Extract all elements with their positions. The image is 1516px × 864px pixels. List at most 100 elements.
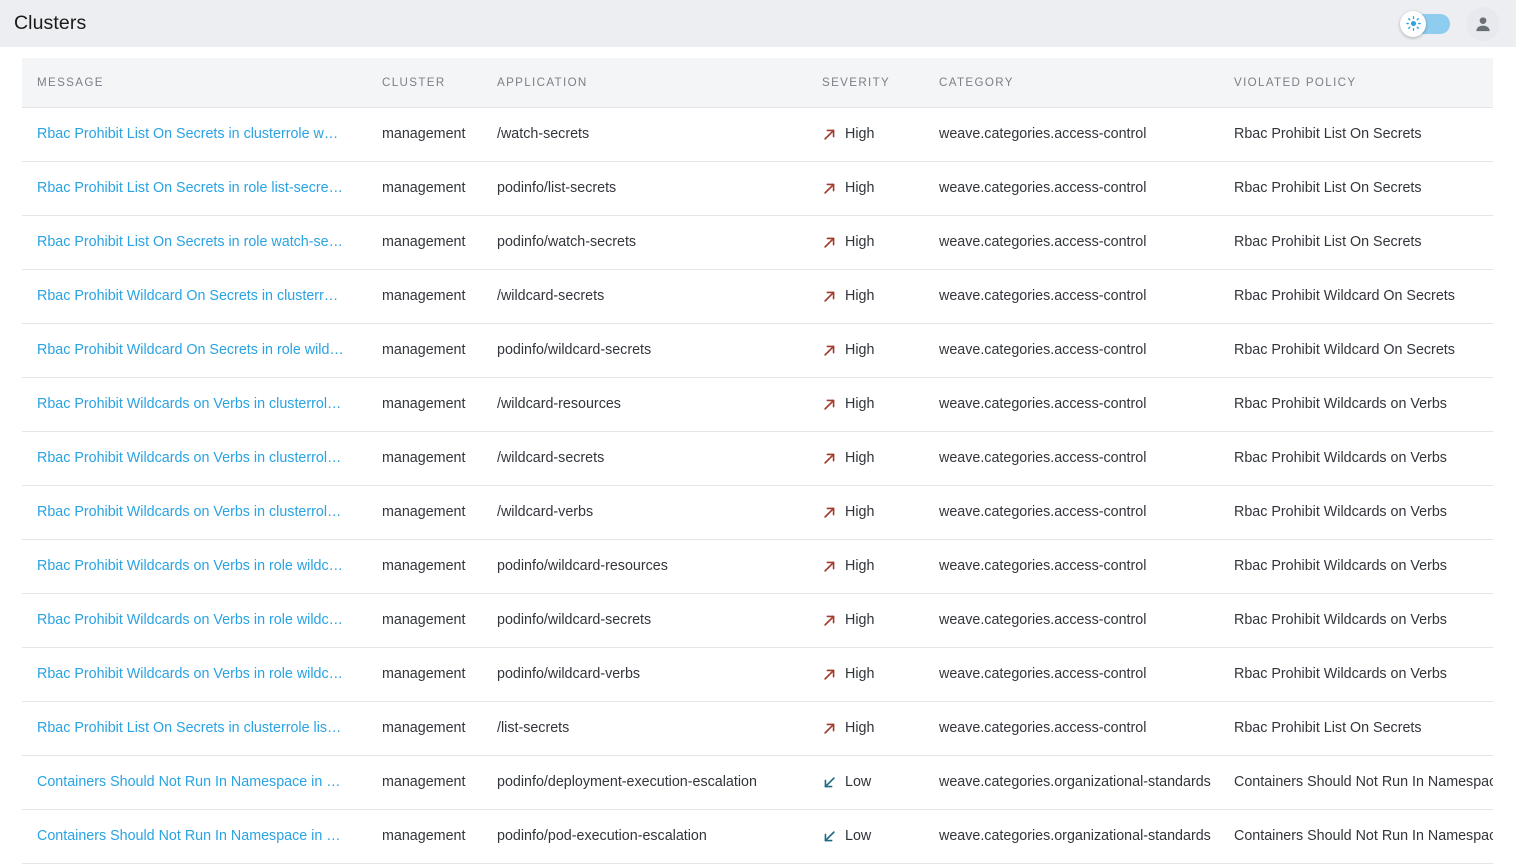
violation-message-link[interactable]: Rbac Prohibit Wildcards on Verbs in clus…	[37, 504, 345, 520]
table-row[interactable]: Containers Should Not Run In Namespace i…	[22, 755, 1493, 810]
table-row[interactable]: Containers Should Not Run In Namespace i…	[22, 809, 1493, 864]
cluster-name: management	[382, 612, 466, 628]
cell-category: weave.categories.organizational-standard…	[924, 809, 1219, 864]
violation-message-link[interactable]: Rbac Prohibit Wildcards on Verbs in role…	[37, 558, 345, 574]
violation-message-link[interactable]: Rbac Prohibit List On Secrets in role wa…	[37, 234, 345, 250]
arrow-down-left-icon	[822, 775, 837, 790]
violated-policy-name: Containers Should Not Run In Namespace	[1234, 828, 1493, 844]
severity-label: Low	[845, 828, 872, 844]
toggle-knob[interactable]	[1400, 10, 1426, 37]
table-row[interactable]: Rbac Prohibit List On Secrets in role wa…	[22, 215, 1493, 270]
cell-severity: High	[807, 431, 924, 486]
violated-policy-name: Rbac Prohibit Wildcards on Verbs	[1234, 558, 1447, 574]
table-row[interactable]: Rbac Prohibit Wildcards on Verbs in clus…	[22, 431, 1493, 486]
cell-severity: High	[807, 377, 924, 432]
severity-label: High	[845, 450, 875, 466]
cell-violated-policy: Containers Should Not Run In Namespace	[1219, 755, 1493, 810]
violation-message-link[interactable]: Rbac Prohibit Wildcard On Secrets in rol…	[37, 342, 345, 358]
arrow-up-right-icon	[822, 397, 837, 412]
cell-violated-policy: Rbac Prohibit Wildcards on Verbs	[1219, 377, 1493, 432]
cell-category: weave.categories.access-control	[924, 161, 1219, 216]
table-row[interactable]: Rbac Prohibit Wildcards on Verbs in role…	[22, 647, 1493, 702]
table-row[interactable]: Rbac Prohibit Wildcards on Verbs in clus…	[22, 377, 1493, 432]
cell-violated-policy: Rbac Prohibit List On Secrets	[1219, 161, 1493, 216]
cell-severity: High	[807, 215, 924, 270]
application-name: podinfo/list-secrets	[497, 180, 617, 196]
cell-severity: High	[807, 269, 924, 324]
table-row[interactable]: Rbac Prohibit Wildcards on Verbs in clus…	[22, 485, 1493, 540]
cell-cluster: management	[367, 161, 482, 216]
column-header-severity[interactable]: SEVERITY	[807, 58, 924, 108]
violation-message-link[interactable]: Rbac Prohibit List On Secrets in role li…	[37, 180, 345, 196]
violation-message-link[interactable]: Rbac Prohibit Wildcards on Verbs in role…	[37, 666, 345, 682]
violation-message-link[interactable]: Rbac Prohibit Wildcards on Verbs in clus…	[37, 396, 345, 412]
category-name: weave.categories.access-control	[939, 180, 1147, 196]
column-header-cluster[interactable]: CLUSTER	[367, 58, 482, 108]
violation-message-link[interactable]: Rbac Prohibit List On Secrets in cluster…	[37, 126, 345, 142]
application-name: podinfo/wildcard-resources	[497, 558, 668, 574]
violation-message-link[interactable]: Rbac Prohibit Wildcards on Verbs in clus…	[37, 450, 345, 466]
table-row[interactable]: Rbac Prohibit Wildcards on Verbs in role…	[22, 593, 1493, 648]
cluster-name: management	[382, 666, 466, 682]
application-name: podinfo/wildcard-secrets	[497, 612, 652, 628]
table-row[interactable]: Rbac Prohibit List On Secrets in cluster…	[22, 701, 1493, 756]
cell-category: weave.categories.access-control	[924, 593, 1219, 648]
column-header-policy[interactable]: VIOLATED POLICY	[1219, 58, 1493, 108]
category-name: weave.categories.access-control	[939, 612, 1147, 628]
cell-cluster: management	[367, 269, 482, 324]
severity-label: High	[845, 288, 875, 304]
cell-message: Rbac Prohibit Wildcards on Verbs in role…	[22, 647, 367, 702]
table-row[interactable]: Rbac Prohibit List On Secrets in role li…	[22, 161, 1493, 216]
column-header-application[interactable]: APPLICATION	[482, 58, 807, 108]
cluster-name: management	[382, 504, 466, 520]
cell-application: podinfo/wildcard-resources	[482, 539, 807, 594]
cell-violated-policy: Rbac Prohibit Wildcard On Secrets	[1219, 269, 1493, 324]
cell-application: podinfo/wildcard-secrets	[482, 323, 807, 378]
violation-message-link[interactable]: Rbac Prohibit List On Secrets in cluster…	[37, 720, 345, 736]
cell-message: Rbac Prohibit Wildcards on Verbs in role…	[22, 539, 367, 594]
violations-table: MESSAGE CLUSTER APPLICATION SEVERITY CAT…	[22, 58, 1493, 864]
table-row[interactable]: Rbac Prohibit Wildcard On Secrets in clu…	[22, 269, 1493, 324]
cell-violated-policy: Rbac Prohibit Wildcards on Verbs	[1219, 647, 1493, 702]
cell-category: weave.categories.access-control	[924, 647, 1219, 702]
cell-violated-policy: Rbac Prohibit Wildcards on Verbs	[1219, 593, 1493, 648]
avatar[interactable]	[1466, 6, 1500, 41]
category-name: weave.categories.access-control	[939, 288, 1147, 304]
category-name: weave.categories.access-control	[939, 558, 1147, 574]
table-row[interactable]: Rbac Prohibit List On Secrets in cluster…	[22, 107, 1493, 162]
arrow-up-right-icon	[822, 289, 837, 304]
cell-cluster: management	[367, 323, 482, 378]
violation-message-link[interactable]: Containers Should Not Run In Namespace i…	[37, 828, 345, 844]
table-row[interactable]: Rbac Prohibit Wildcards on Verbs in role…	[22, 539, 1493, 594]
application-name: /wildcard-secrets	[497, 450, 605, 466]
violated-policy-name: Containers Should Not Run In Namespace	[1234, 774, 1493, 790]
cell-message: Rbac Prohibit Wildcards on Verbs in clus…	[22, 485, 367, 540]
violated-policy-name: Rbac Prohibit Wildcards on Verbs	[1234, 450, 1447, 466]
severity-label: High	[845, 612, 875, 628]
application-name: /wildcard-resources	[497, 396, 621, 412]
application-name: /wildcard-secrets	[497, 288, 605, 304]
cell-violated-policy: Rbac Prohibit Wildcards on Verbs	[1219, 431, 1493, 486]
column-header-category[interactable]: CATEGORY	[924, 58, 1219, 108]
category-name: weave.categories.access-control	[939, 126, 1147, 142]
application-name: podinfo/watch-secrets	[497, 234, 637, 250]
arrow-up-right-icon	[822, 721, 837, 736]
violated-policy-name: Rbac Prohibit List On Secrets	[1234, 126, 1422, 142]
column-header-message[interactable]: MESSAGE	[22, 58, 367, 108]
app-top-bar: Clusters	[0, 0, 1516, 47]
cluster-name: management	[382, 342, 466, 358]
violation-message-link[interactable]: Rbac Prohibit Wildcards on Verbs in role…	[37, 612, 345, 628]
cell-cluster: management	[367, 215, 482, 270]
table-row[interactable]: Rbac Prohibit Wildcard On Secrets in rol…	[22, 323, 1493, 378]
severity-label: High	[845, 342, 875, 358]
violation-message-link[interactable]: Containers Should Not Run In Namespace i…	[37, 774, 345, 790]
cell-message: Rbac Prohibit List On Secrets in role li…	[22, 161, 367, 216]
arrow-up-right-icon	[822, 559, 837, 574]
cell-cluster: management	[367, 539, 482, 594]
cell-violated-policy: Rbac Prohibit Wildcard On Secrets	[1219, 323, 1493, 378]
cell-category: weave.categories.access-control	[924, 107, 1219, 162]
light-dark-mode-toggle[interactable]	[1400, 10, 1450, 37]
violation-message-link[interactable]: Rbac Prohibit Wildcard On Secrets in clu…	[37, 288, 345, 304]
cell-violated-policy: Rbac Prohibit Wildcards on Verbs	[1219, 539, 1493, 594]
arrow-up-right-icon	[822, 667, 837, 682]
